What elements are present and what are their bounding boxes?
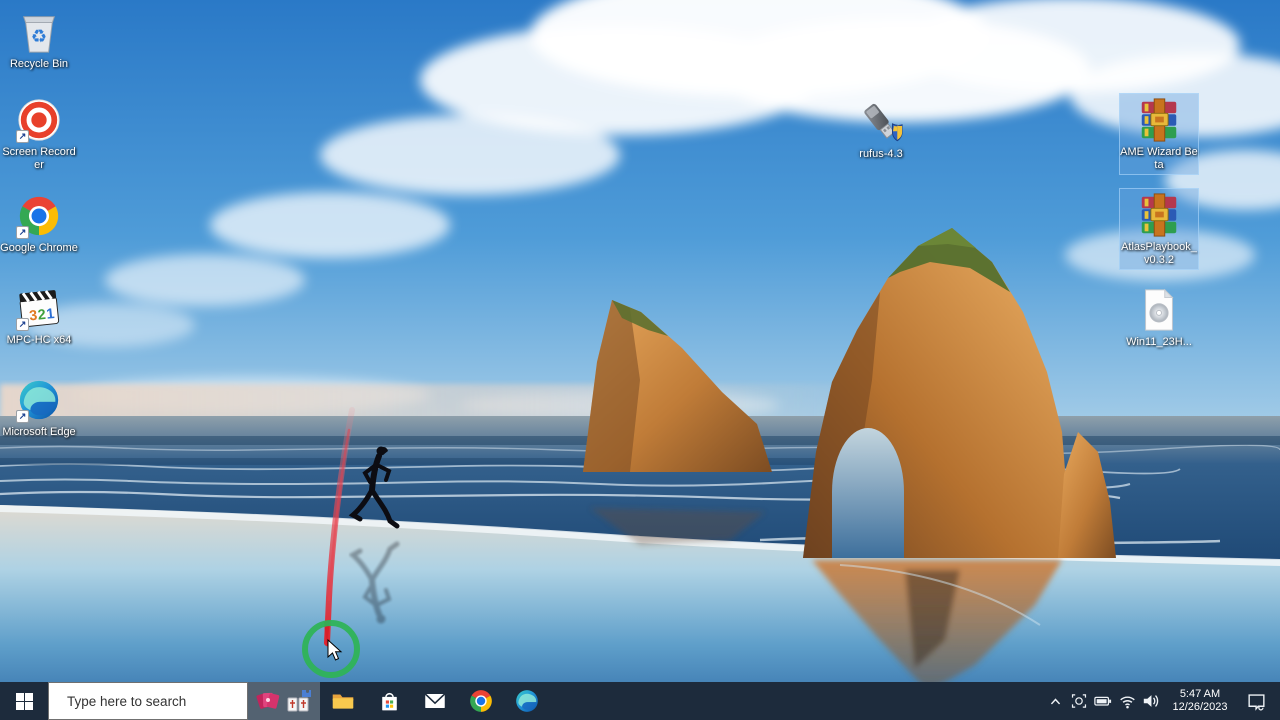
taskbar-app-edge[interactable] [504,682,550,720]
desktop-icon-mpc-hc[interactable]: 3 2 1 ↗ MPC-HC x64 [0,282,78,349]
hidden-icons-chevron[interactable] [1043,682,1067,720]
battery-icon[interactable] [1091,682,1115,720]
desktop-icon-win11-iso[interactable]: Win11_23H... [1120,284,1198,351]
clock-date: 12/26/2023 [1172,701,1228,713]
desktop-icon-atlas-playbook[interactable]: AtlasPlaybook_v0.3.2 [1119,188,1199,270]
start-button[interactable] [0,682,48,720]
screen-recorder-tray-icon[interactable] [1067,682,1091,720]
search-input[interactable] [67,693,244,709]
shortcut-arrow-icon: ↗ [16,318,29,331]
mpc-hc-icon: 3 2 1 ↗ [15,284,63,332]
mahjong-puzzle-icon [287,690,311,712]
winrar-archive-icon [1135,191,1183,239]
desktop-icon-label: Microsoft Edge [2,426,76,438]
desktop-icon-label: rufus-4.3 [859,148,903,160]
desktop-icon-microsoft-edge[interactable]: ↗ Microsoft Edge [0,374,78,441]
edge-icon [516,690,538,712]
wallpaper-image [0,0,1280,720]
notification-icon [1247,693,1265,711]
desktop-icon-ame-wizard[interactable]: AME Wizard Beta [1119,93,1199,175]
rufus-usb-icon [857,98,905,146]
microsoft-store-icon [381,692,397,710]
folder-icon [332,694,354,709]
desktop-icon-label: MPC-HC x64 [6,334,72,346]
shortcut-arrow-icon: ↗ [16,410,29,423]
taskbar-app-microsoft-store[interactable] [366,682,412,720]
desktop-icon-google-chrome[interactable]: ↗ Google Chrome [0,190,78,257]
screen-recorder-icon: ↗ [15,96,63,144]
windows-logo-icon [15,692,33,710]
winrar-archive-icon [1135,96,1183,144]
chrome-icon [470,690,492,712]
recycle-bin-icon: ♻ [15,8,63,56]
system-tray: 5:47 AM 12/26/2023 [1043,682,1280,720]
volume-icon[interactable] [1139,682,1163,720]
taskbar-clock[interactable]: 5:47 AM 12/26/2023 [1163,688,1237,714]
desktop-icon-screen-recorder[interactable]: ↗ Screen Recorder [0,94,78,174]
desktop-icon-recycle-bin[interactable]: ♻ Recycle Bin [0,6,78,73]
uac-shield-icon [892,123,903,142]
taskbar: 5:47 AM 12/26/2023 [0,682,1280,720]
desktop-icon-label: Win11_23H... [1126,336,1192,348]
desktop-icon-label: AME Wizard Beta [1120,146,1198,171]
chrome-icon: ↗ [15,192,63,240]
taskbar-app-file-explorer[interactable] [320,682,366,720]
mail-icon [424,693,446,709]
desktop: ♻ Recycle Bin ↗ Screen Recorder ↗ Google… [0,0,1280,720]
cards-game-icon [256,692,280,709]
svg-text:♻: ♻ [31,27,47,48]
iso-file-icon [1135,286,1183,334]
svg-text:1: 1 [46,306,56,323]
desktop-icon-label: Recycle Bin [9,58,69,70]
taskbar-app-chrome[interactable] [458,682,504,720]
taskbar-search[interactable] [48,682,248,720]
edge-icon: ↗ [15,376,63,424]
taskbar-app-casual-games[interactable] [248,682,320,720]
shortcut-arrow-icon: ↗ [16,226,29,239]
wifi-icon[interactable] [1115,682,1139,720]
desktop-icon-label: AtlasPlaybook_v0.3.2 [1121,241,1197,266]
clock-time: 5:47 AM [1179,688,1221,700]
desktop-icon-label: Google Chrome [0,242,78,254]
desktop-icon-rufus[interactable]: rufus-4.3 [842,96,920,163]
desktop-icon-label: Screen Recorder [2,146,76,171]
taskbar-app-mail[interactable] [412,682,458,720]
shortcut-arrow-icon: ↗ [16,130,29,143]
action-center-button[interactable] [1237,692,1275,711]
